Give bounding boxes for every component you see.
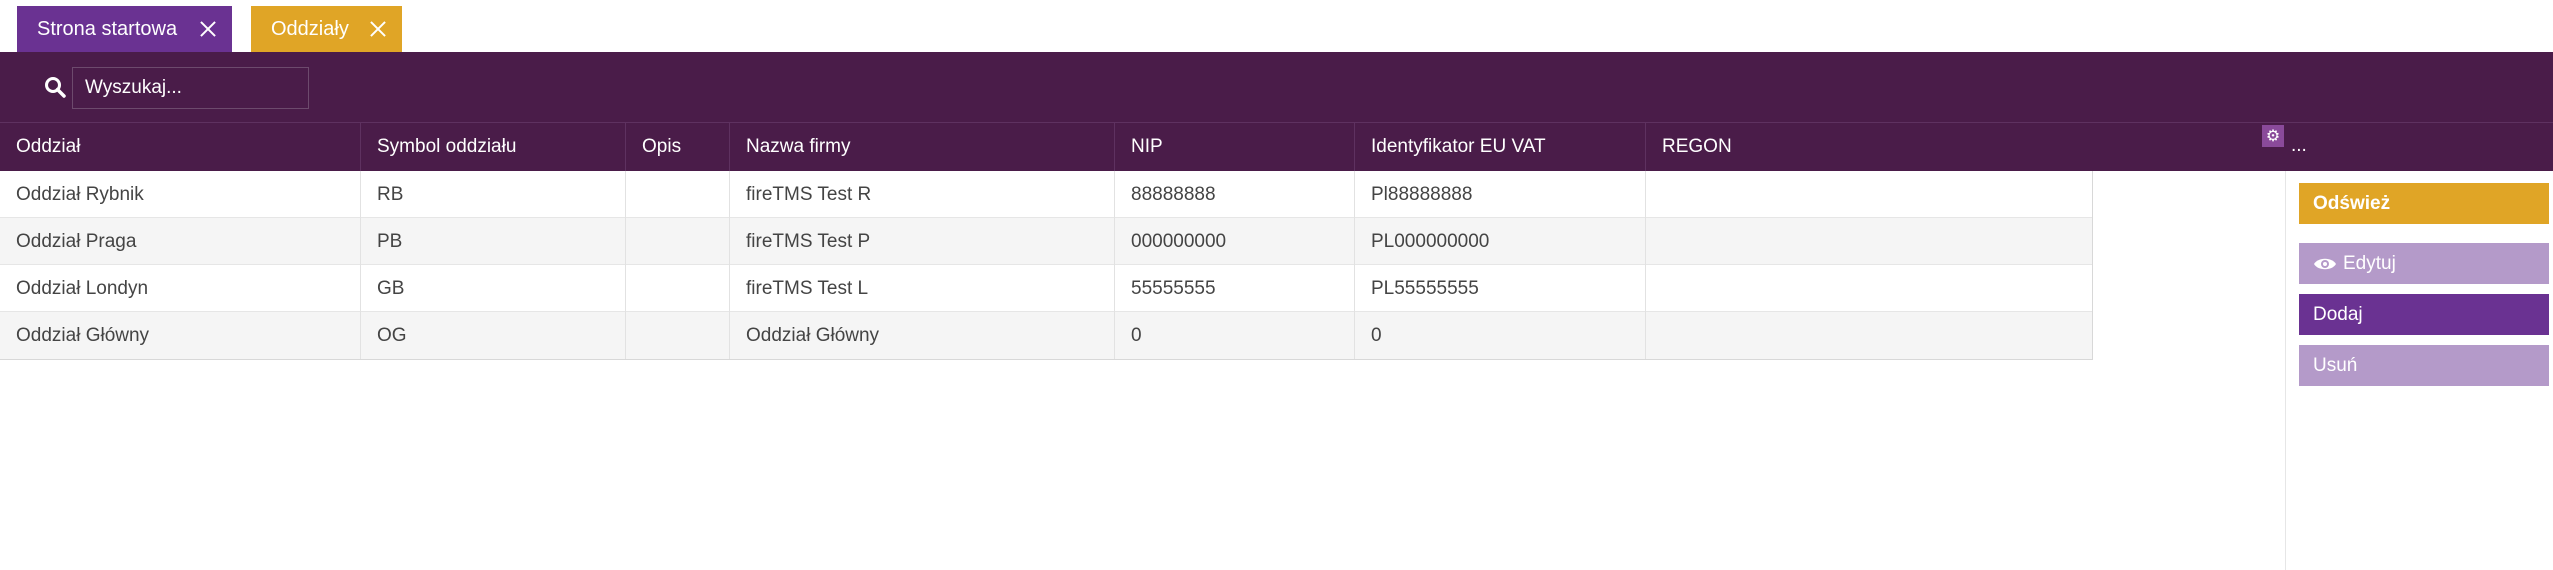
cell-eu-vat: Pl88888888 [1355,171,1646,218]
edit-button[interactable]: Edytuj [2299,243,2549,284]
cell-company-name: fireTMS Test L [730,265,1115,312]
cell-description [626,265,730,312]
cell-nip: 0 [1115,312,1355,359]
grid-body: Oddział Rybnik RB fireTMS Test R 8888888… [0,171,2093,360]
tab-branches-label: Oddziały [271,17,349,40]
table-row[interactable]: Oddział Główny OG Oddział Główny 0 0 [0,312,2092,359]
close-icon[interactable] [198,19,218,39]
cell-branch: Oddział Rybnik [0,171,361,218]
refresh-button-label: Odśwież [2313,192,2391,214]
refresh-button[interactable]: Odśwież [2299,183,2549,224]
cell-eu-vat: PL000000000 [1355,218,1646,265]
cell-eu-vat: PL55555555 [1355,265,1646,312]
column-header-company-name[interactable]: Nazwa firmy [730,123,1115,171]
cell-eu-vat: 0 [1355,312,1646,359]
tab-home-label: Strona startowa [37,17,178,40]
cell-symbol: RB [361,171,626,218]
table-row[interactable]: Oddział Praga PB fireTMS Test P 00000000… [0,218,2092,265]
cell-nip: 000000000 [1115,218,1355,265]
cell-regon [1646,218,2093,265]
cell-regon [1646,265,2093,312]
column-header-eu-vat[interactable]: Identyfikator EU VAT [1355,123,1646,171]
table-row[interactable]: Oddział Rybnik RB fireTMS Test R 8888888… [0,171,2092,218]
add-button-label: Dodaj [2313,303,2363,325]
cell-description [626,218,730,265]
cell-company-name: fireTMS Test P [730,218,1115,265]
tab-bar: Strona startowa Oddziały [0,0,2553,52]
cell-regon [1646,171,2093,218]
action-panel: Odśwież Edytuj Dodaj Usuń [2285,171,2553,570]
cell-description [626,312,730,359]
toolbar [0,52,2553,122]
cell-symbol: OG [361,312,626,359]
cell-branch: Oddział Praga [0,218,361,265]
column-header-nip[interactable]: NIP [1115,123,1355,171]
more-options[interactable]: ... [2291,135,2307,157]
grid-header: Oddział Symbol oddziału Opis Nazwa firmy… [0,122,2553,171]
delete-button-label: Usuń [2313,354,2358,376]
close-icon[interactable] [368,19,388,39]
column-header-symbol[interactable]: Symbol oddziału [361,123,626,171]
column-header-branch[interactable]: Oddział [0,123,361,171]
cell-nip: 88888888 [1115,171,1355,218]
cell-branch: Oddział Główny [0,312,361,359]
cell-symbol: PB [361,218,626,265]
cell-company-name: Oddział Główny [730,312,1115,359]
column-header-description[interactable]: Opis [626,123,730,171]
delete-button[interactable]: Usuń [2299,345,2549,386]
cell-symbol: GB [361,265,626,312]
tab-branches[interactable]: Oddziały [251,6,402,52]
cell-description [626,171,730,218]
add-button[interactable]: Dodaj [2299,294,2549,335]
tab-home[interactable]: Strona startowa [17,6,232,52]
search-input[interactable] [72,67,309,109]
eye-icon [2314,258,2336,269]
search-icon [45,77,66,98]
column-header-regon[interactable]: REGON [1646,123,2093,171]
edit-button-label: Edytuj [2343,252,2396,274]
table-row[interactable]: Oddział Londyn GB fireTMS Test L 5555555… [0,265,2092,312]
cell-branch: Oddział Londyn [0,265,361,312]
cell-nip: 55555555 [1115,265,1355,312]
cell-regon [1646,312,2093,359]
cell-company-name: fireTMS Test R [730,171,1115,218]
gear-icon[interactable]: ⚙ [2262,125,2284,147]
